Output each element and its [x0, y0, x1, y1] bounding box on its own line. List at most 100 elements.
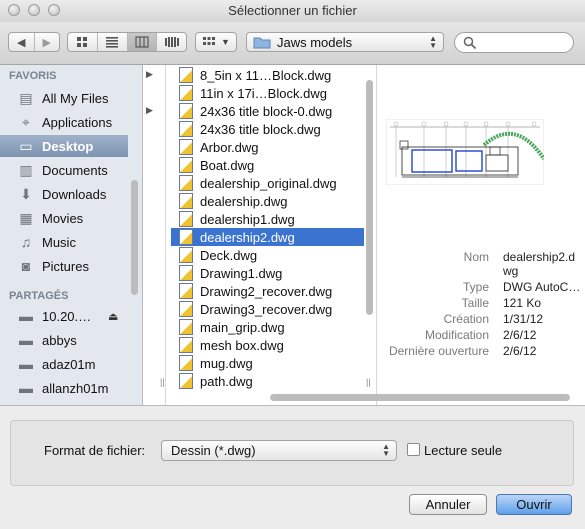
file-name: Drawing2_recover.dwg — [200, 283, 333, 299]
sidebar-item-label: Desktop — [42, 138, 94, 154]
history-nav: ◀ ▶ — [8, 32, 60, 52]
sidebar-item-all-my-files[interactable]: ▤ All My Files — [0, 87, 128, 109]
file-row[interactable]: dealership_original.dwg — [171, 174, 364, 192]
music-icon: ♫ — [20, 234, 32, 250]
readonly-checkbox[interactable] — [407, 443, 420, 456]
file-row[interactable]: 11in x 17i…Block.dwg — [171, 84, 364, 102]
updown-chevron-icon: ▲ ▼ — [382, 442, 390, 458]
meta-value: DWG AutoC… — [503, 280, 581, 294]
file-row-selected[interactable]: dealership2.dwg — [171, 228, 364, 246]
file-name: 24x36 title block-0.dwg — [200, 103, 333, 119]
sidebar-item-movies[interactable]: ▦ Movies — [0, 207, 128, 229]
file-name: dealership.dwg — [200, 193, 288, 209]
arrange-menu-button[interactable]: ▼ — [195, 32, 237, 52]
sidebar-item-shared-server[interactable]: ▬ 10.20.… ⏏ — [0, 305, 128, 327]
downloads-icon: ⬇ — [20, 185, 32, 202]
search-field[interactable] — [454, 32, 574, 53]
cancel-button[interactable]: Annuler — [409, 494, 487, 515]
sidebar-item-pictures[interactable]: ◙ Pictures — [0, 255, 128, 277]
sidebar-item-applications[interactable]: ⌖ Applications — [0, 111, 128, 133]
sidebar-item-label: All My Files — [42, 90, 109, 106]
icon-view-button[interactable] — [68, 33, 98, 51]
file-row[interactable]: mesh box.dwg — [171, 336, 364, 354]
location-popup[interactable]: Jaws models ▲ ▼ — [246, 32, 444, 52]
dwg-file-icon — [179, 211, 193, 227]
sidebar-item-downloads[interactable]: ⬇ Downloads — [0, 183, 128, 205]
meta-key: Nom — [463, 250, 489, 264]
file-row[interactable]: Drawing2_recover.dwg — [171, 282, 364, 300]
meta-value: 2/6/12 — [503, 328, 537, 342]
sidebar-item-adaz01m[interactable]: ▬ adaz01m — [0, 353, 128, 375]
sidebar-item-music[interactable]: ♫ Music — [0, 231, 128, 253]
sidebar-item-documents[interactable]: ▥ Documents — [0, 159, 128, 181]
column-resize-handle-icon[interactable]: || — [366, 377, 371, 387]
file-row[interactable]: 24x36 title block-0.dwg — [171, 102, 364, 120]
file-row[interactable]: 8_5in x 11…Block.dwg — [171, 66, 364, 84]
shared-header: PARTAGÉS — [9, 290, 69, 302]
format-value: Dessin (*.dwg) — [171, 443, 256, 458]
file-open-dialog: Sélectionner un fichier ◀ ▶ ▼ Jaws model… — [0, 0, 585, 529]
sidebar-item-label: Pictures — [42, 258, 89, 274]
sidebar-item-desktop[interactable]: ▭ Desktop — [0, 135, 128, 157]
column-view-button[interactable] — [127, 33, 158, 51]
file-name: mug.dwg — [200, 355, 253, 371]
computer-icon: ▬ — [19, 380, 33, 396]
file-list-scrollbar[interactable] — [366, 80, 373, 315]
eject-icon[interactable]: ⏏ — [108, 310, 118, 323]
browser-horizontal-scrollbar[interactable] — [270, 394, 570, 401]
file-name: 11in x 17i…Block.dwg — [200, 85, 327, 101]
arrange-grid-icon — [203, 37, 216, 45]
sidebar-item-label: Documents — [42, 162, 108, 178]
file-row[interactable]: Drawing1.dwg — [171, 264, 364, 282]
sidebar-item-label: Applications — [42, 114, 113, 130]
movies-icon: ▦ — [19, 209, 33, 226]
file-name: 8_5in x 11…Block.dwg — [200, 67, 332, 83]
dwg-file-icon — [179, 103, 193, 119]
meta-key: Dernière ouverture — [388, 344, 489, 358]
list-view-button[interactable] — [98, 33, 128, 51]
dwg-file-icon — [179, 139, 193, 155]
format-options-box: Format de fichier: Dessin (*.dwg) ▲ ▼ Lec… — [10, 420, 574, 486]
format-select[interactable]: Dessin (*.dwg) ▲ ▼ — [161, 440, 397, 461]
meta-value: wg — [503, 264, 519, 278]
back-arrow-icon: ◀ — [17, 36, 26, 49]
favorites-header: FAVORIS — [9, 70, 57, 82]
sidebar-item-label: Downloads — [42, 186, 107, 202]
pictures-icon: ◙ — [21, 258, 31, 274]
preview-pane: Nom dealership2.d wg Type DWG AutoC… Tai… — [377, 65, 585, 405]
file-row[interactable]: 24x36 title block.dwg — [171, 120, 364, 138]
file-row[interactable]: Arbor.dwg — [171, 138, 364, 156]
meta-key: Modification — [424, 328, 489, 342]
sidebar-item-abbys[interactable]: ▬ abbys — [0, 329, 128, 351]
list-view-icon — [106, 37, 119, 48]
dwg-file-icon — [179, 337, 193, 353]
file-name: Arbor.dwg — [200, 139, 259, 155]
dwg-file-icon — [179, 319, 193, 335]
open-button[interactable]: Ouvrir — [496, 494, 572, 515]
file-row[interactable]: path.dwg — [171, 372, 364, 390]
file-row[interactable]: dealership1.dwg — [171, 210, 364, 228]
sidebar-item-label: 10.20.… — [42, 308, 92, 324]
back-button[interactable]: ◀ — [9, 33, 35, 51]
title-bar: Sélectionner un fichier — [0, 0, 585, 23]
file-row[interactable]: Boat.dwg — [171, 156, 364, 174]
sidebar-item-allanzh01m[interactable]: ▬ allanzh01m — [0, 377, 128, 399]
file-row[interactable]: Drawing3_recover.dwg — [171, 300, 364, 318]
forward-button[interactable]: ▶ — [35, 33, 60, 51]
file-row[interactable]: mug.dwg — [171, 354, 364, 372]
meta-value: dealership2.d — [503, 250, 576, 264]
parent-column: ▶ ▶ — [143, 65, 166, 405]
meta-key: Type — [462, 280, 489, 294]
coverflow-view-button[interactable] — [157, 33, 186, 51]
sidebar-item-label: adaz01m — [42, 356, 96, 372]
updown-chevron-icon: ▲ ▼ — [429, 34, 437, 50]
sidebar-item-label: Music — [42, 234, 76, 250]
meta-value: 2/6/12 — [503, 344, 537, 358]
view-mode-control — [67, 32, 187, 52]
sidebar-scrollbar[interactable] — [131, 180, 138, 295]
file-row[interactable]: main_grip.dwg — [171, 318, 364, 336]
dwg-file-icon — [179, 157, 193, 173]
file-row[interactable]: Deck.dwg — [171, 246, 364, 264]
file-row[interactable]: dealership.dwg — [171, 192, 364, 210]
column-resize-handle-icon[interactable]: || — [160, 377, 165, 387]
